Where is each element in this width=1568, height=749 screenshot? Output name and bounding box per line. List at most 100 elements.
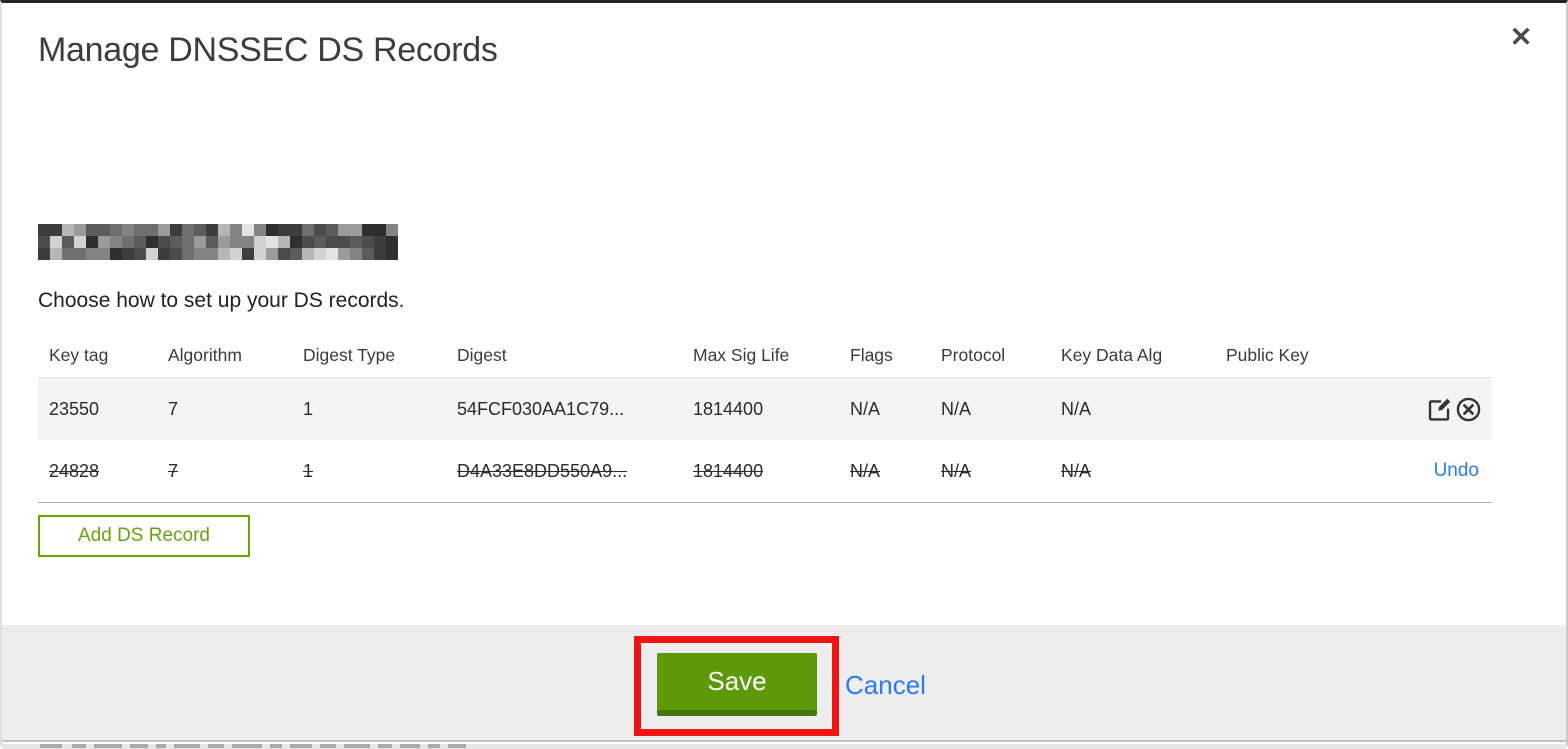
remove-circle-x-icon[interactable] [1455, 396, 1482, 423]
background-text-fragment [40, 744, 62, 748]
column-header-algorithm: Algorithm [168, 344, 242, 365]
ds-record-row-active: 23550 7 1 54FCF030AA1C79... 1814400 N/A … [38, 377, 1492, 440]
cell-flags: N/A [850, 398, 881, 419]
cell-protocol: N/A [941, 460, 972, 481]
pixel-block [386, 248, 398, 260]
redacted-domain-name [38, 224, 398, 260]
row-actions [1411, 396, 1492, 423]
pixel-block [74, 236, 86, 248]
column-header-key-data-alg: Key Data Alg [1061, 344, 1163, 365]
pixel-block [242, 224, 254, 236]
pixel-block [122, 236, 134, 248]
column-header-protocol: Protocol [941, 344, 1006, 365]
pixel-block [98, 236, 110, 248]
background-text-fragment [344, 744, 370, 748]
pixel-block [218, 224, 230, 236]
pixel-block [134, 224, 146, 236]
pixel-block [350, 224, 362, 236]
pixel-block [326, 248, 338, 260]
pixel-block [242, 248, 254, 260]
cell-protocol: N/A [941, 398, 972, 419]
pixel-block [254, 236, 266, 248]
cell-key-data-alg: N/A [1061, 398, 1092, 419]
pixel-block [278, 224, 290, 236]
pixel-block [374, 248, 386, 260]
background-text-fragment [94, 744, 122, 748]
pixel-block [374, 236, 386, 248]
pixel-block [290, 224, 302, 236]
pixel-block [50, 224, 62, 236]
pixel-block [74, 224, 86, 236]
save-button[interactable]: Save [657, 653, 817, 716]
pixel-block [314, 236, 326, 248]
pixel-block [62, 248, 74, 260]
pixel-block [386, 236, 398, 248]
background-text-fragment [290, 744, 312, 748]
pixel-block [266, 224, 278, 236]
pixel-block [38, 236, 50, 248]
row-actions: Undo [1411, 460, 1492, 482]
pixel-block [362, 248, 374, 260]
cancel-link[interactable]: Cancel [845, 670, 926, 701]
pixel-block [338, 236, 350, 248]
pixel-block [182, 224, 194, 236]
pixel-block [386, 224, 398, 236]
pixel-block [98, 224, 110, 236]
pixel-block [146, 236, 158, 248]
pixel-block [338, 224, 350, 236]
pixel-block [170, 248, 182, 260]
background-text-fragment [428, 744, 440, 748]
pixel-block [254, 248, 266, 260]
pixel-block [206, 224, 218, 236]
column-header-digest-type: Digest Type [303, 344, 396, 365]
column-header-digest: Digest [457, 344, 507, 365]
pixel-block [278, 248, 290, 260]
column-header-max-sig-life: Max Sig Life [693, 344, 790, 365]
pixel-block [182, 248, 194, 260]
pixel-block [38, 224, 50, 236]
pixel-block [134, 248, 146, 260]
pixel-block [194, 236, 206, 248]
pixel-block [86, 248, 98, 260]
pixel-block [266, 236, 278, 248]
edit-icon[interactable] [1426, 396, 1453, 423]
pixel-block [362, 236, 374, 248]
pixel-block [50, 236, 62, 248]
cell-algorithm: 7 [168, 460, 179, 481]
pixel-block [146, 224, 158, 236]
background-text-fragment [400, 744, 420, 748]
column-header-flags: Flags [850, 344, 893, 365]
pixel-block [158, 224, 170, 236]
pixel-block [110, 236, 122, 248]
pixel-block [230, 236, 242, 248]
pixel-block [134, 236, 146, 248]
background-text-fragment [72, 744, 86, 748]
pixel-block [362, 224, 374, 236]
pixel-block [206, 248, 218, 260]
pixel-block [158, 236, 170, 248]
pixel-block [218, 248, 230, 260]
pixel-block [62, 224, 74, 236]
cell-key-data-alg: N/A [1061, 460, 1092, 481]
background-text-fragment [270, 744, 282, 748]
pixel-block [98, 248, 110, 260]
pixel-block [302, 248, 314, 260]
pixel-block [170, 236, 182, 248]
pixel-block [278, 236, 290, 248]
close-icon[interactable]: ✕ [1504, 20, 1538, 54]
pixel-block [194, 248, 206, 260]
pixel-block [338, 248, 350, 260]
pixel-block [74, 248, 86, 260]
pixel-block [230, 224, 242, 236]
add-ds-record-button[interactable]: Add DS Record [38, 515, 250, 557]
pixel-block [122, 224, 134, 236]
pixel-block [158, 248, 170, 260]
undo-link[interactable]: Undo [1434, 460, 1479, 481]
background-text-fragment [174, 744, 200, 748]
pixel-block [38, 248, 50, 260]
pixel-block [50, 248, 62, 260]
pixel-block [290, 236, 302, 248]
pixel-block [374, 224, 386, 236]
ds-record-row-deleted: 24828 7 1 D4A33E8DD550A9... 1814400 N/A … [38, 440, 1492, 503]
cell-key-tag: 23550 [49, 398, 100, 419]
